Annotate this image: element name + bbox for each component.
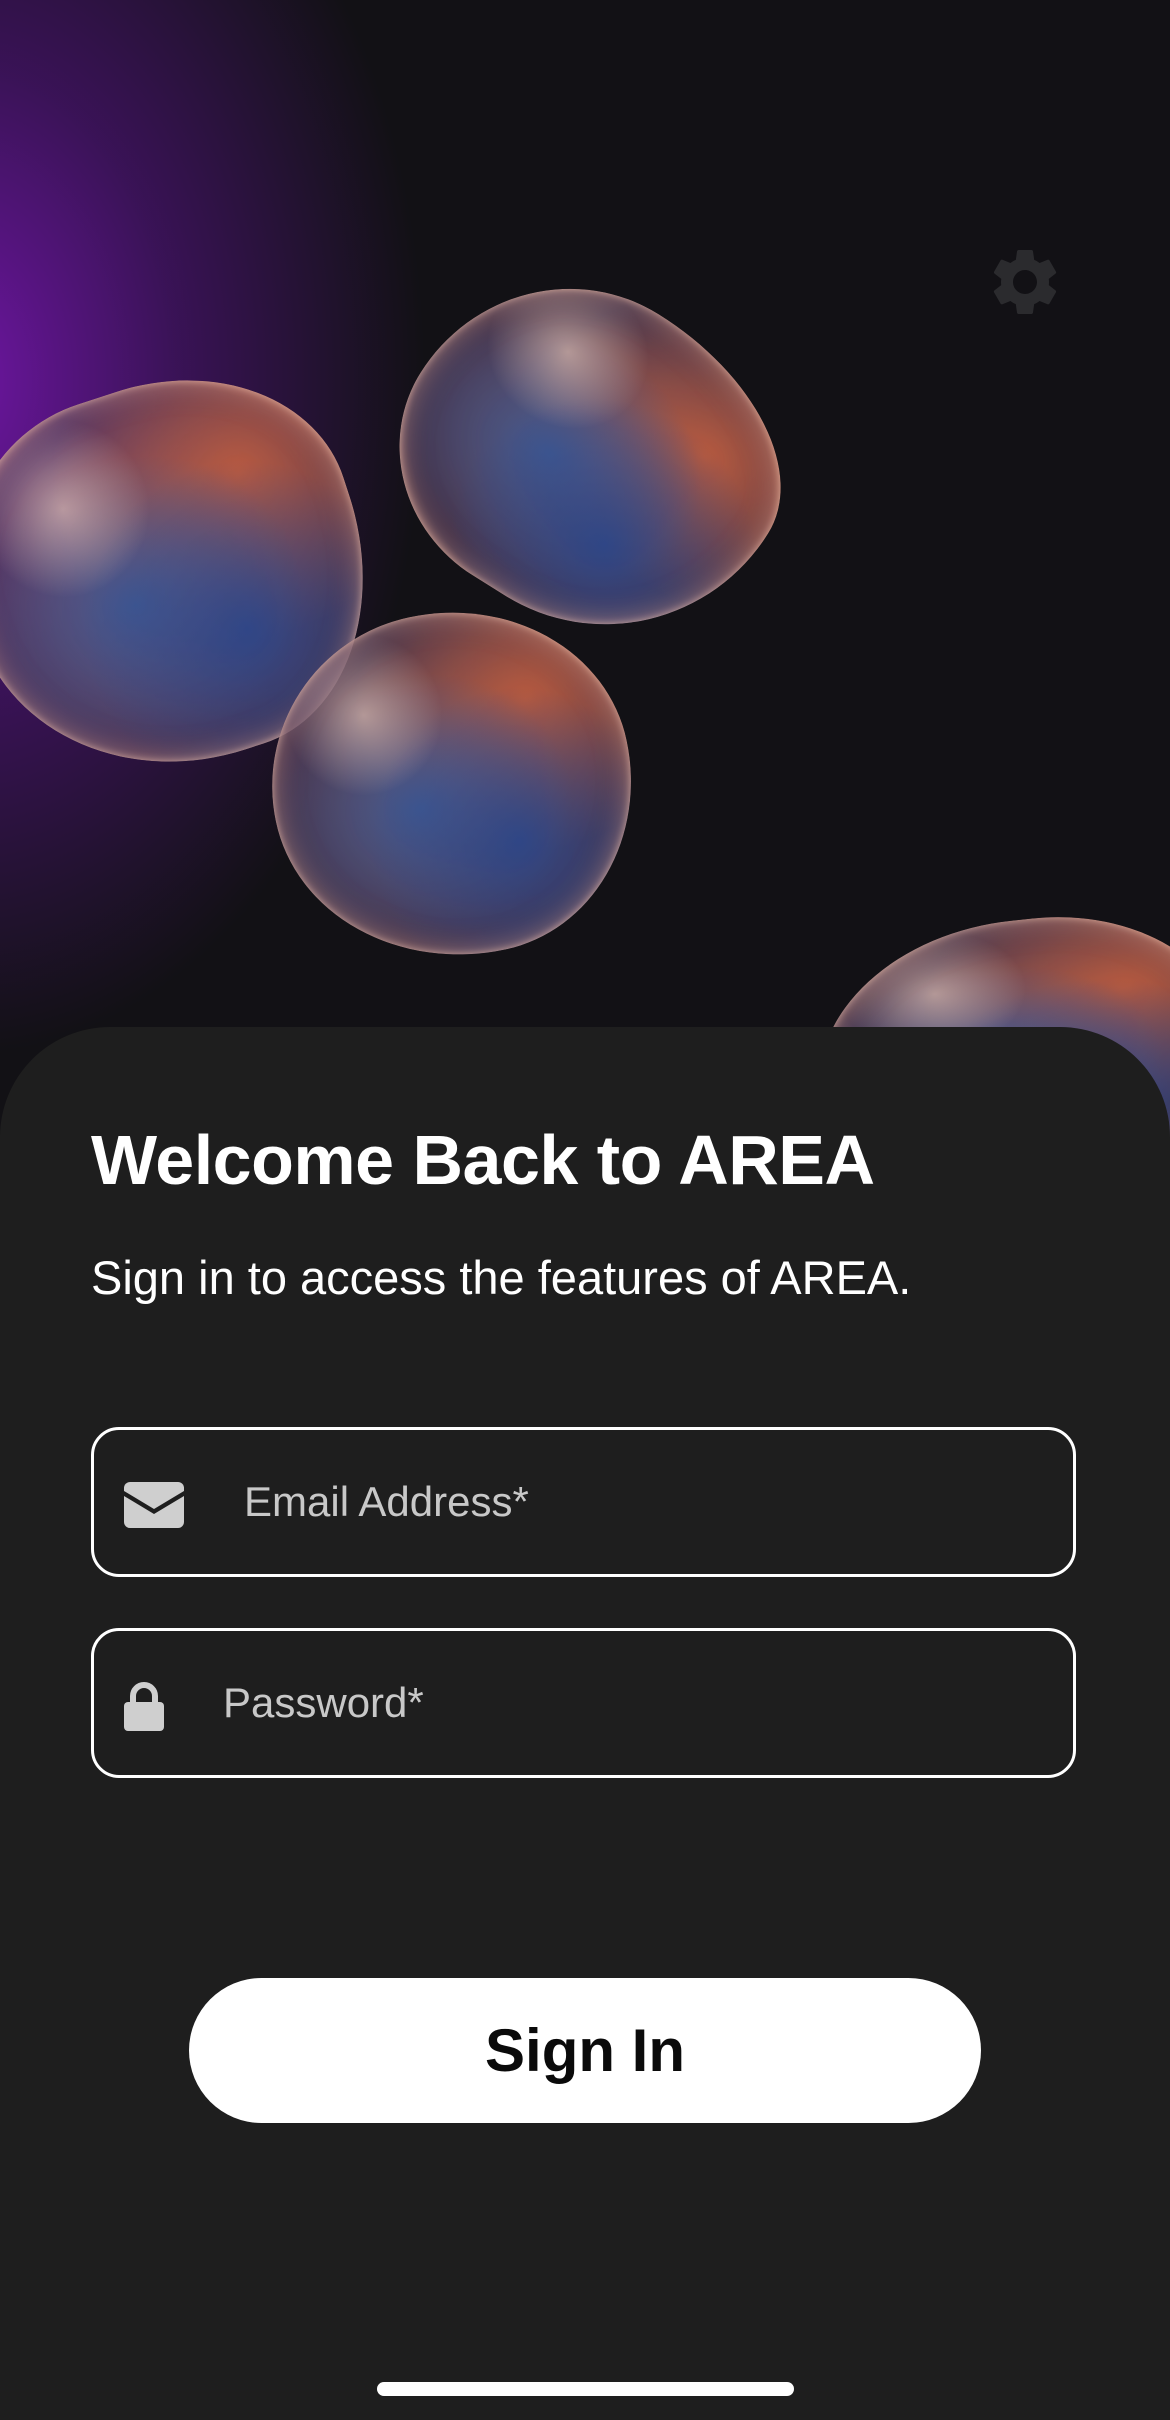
settings-button[interactable] — [985, 242, 1065, 322]
email-field[interactable] — [91, 1427, 1076, 1577]
login-screen: Welcome Back to AREA Sign in to access t… — [0, 0, 1170, 2420]
lock-icon — [124, 1681, 164, 1731]
sign-in-button[interactable]: Sign In — [189, 1978, 981, 2123]
gear-icon — [993, 249, 1057, 314]
page-title: Welcome Back to AREA — [91, 1121, 875, 1199]
email-input[interactable] — [244, 1430, 1044, 1574]
password-field[interactable] — [91, 1628, 1076, 1778]
password-input[interactable] — [223, 1631, 1043, 1775]
page-subtitle: Sign in to access the features of AREA. — [91, 1251, 912, 1304]
home-indicator — [377, 2382, 794, 2396]
envelope-icon — [124, 1482, 184, 1528]
